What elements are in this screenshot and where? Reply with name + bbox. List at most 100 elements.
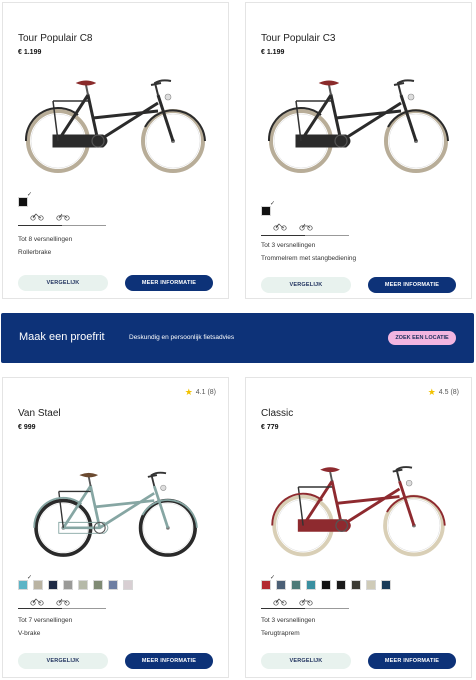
lady-frame-icon[interactable]: [30, 211, 44, 221]
front-fender: [141, 499, 198, 528]
seat-post: [87, 476, 92, 487]
color-swatch[interactable]: [108, 580, 118, 590]
color-swatch[interactable]: [351, 580, 361, 590]
saddle: [318, 80, 340, 86]
spec-gears: Tot 3 versnellingen: [261, 242, 316, 249]
more-info-button[interactable]: MEER INFORMATIE: [368, 653, 456, 669]
bike-image[interactable]: [246, 73, 473, 183]
color-swatch[interactable]: [93, 580, 103, 590]
product-title[interactable]: Classic: [261, 408, 293, 419]
frame-type-tabs: [18, 211, 106, 225]
headlamp: [407, 93, 415, 101]
product-title[interactable]: Van Stael: [18, 408, 61, 419]
product-title[interactable]: Tour Populair C3: [261, 33, 335, 44]
spec-brake: Trommelrem met stangbediening: [261, 255, 357, 262]
color-swatch[interactable]: [78, 580, 88, 590]
product-card-c3[interactable]: Tour Populair C3 € 1.199 Tot 3 versnelli…: [245, 2, 472, 299]
test-ride-banner: Maak een proefrit Deskundig en persoonli…: [1, 313, 474, 363]
color-swatches: [18, 574, 133, 590]
product-price: € 999: [18, 424, 36, 431]
color-swatch[interactable]: [48, 580, 58, 590]
chain-guard: [295, 134, 351, 148]
product-price: € 1.199: [18, 49, 42, 56]
find-location-button[interactable]: ZOEK EEN LOCATIE: [388, 331, 456, 345]
frame-tab-underline: [261, 607, 349, 609]
rating-value: 4.1 (8): [195, 389, 216, 396]
color-swatch[interactable]: [381, 580, 391, 590]
bike-image[interactable]: [3, 466, 230, 566]
handlebar: [393, 79, 415, 96]
color-swatch[interactable]: [261, 200, 275, 216]
handlebar: [150, 79, 172, 96]
color-swatches: [261, 574, 391, 590]
product-price: € 779: [261, 424, 279, 431]
star-icon: ★: [427, 387, 436, 397]
headlamp: [405, 479, 413, 487]
product-card-c8[interactable]: Tour Populair C8 € 1.199 Tot 8 versnelli…: [2, 2, 229, 299]
color-swatch[interactable]: [18, 191, 32, 207]
frame-tab-underline: [18, 607, 106, 609]
front-fender: [387, 109, 449, 142]
handlebar: [147, 471, 167, 487]
color-swatch[interactable]: [33, 580, 43, 590]
color-swatches: [18, 191, 32, 207]
spec-gears: Tot 8 versnellingen: [18, 236, 73, 243]
color-swatch[interactable]: [306, 580, 316, 590]
color-swatch[interactable]: [321, 580, 331, 590]
spec-gears: Tot 7 versnellingen: [18, 617, 73, 624]
handlebar: [392, 466, 413, 482]
product-price: € 1.199: [261, 49, 285, 56]
rating: ★ 4.1 (8): [185, 388, 216, 397]
banner-subtitle: Deskundig en persoonlijk fietsadvies: [129, 334, 235, 341]
rating-value: 4.5 (8): [438, 389, 459, 396]
lady-frame-icon[interactable]: [273, 596, 287, 606]
frame-type-tabs: [261, 221, 349, 235]
headlamp: [164, 93, 172, 101]
compare-button[interactable]: VERGELIJK: [261, 653, 351, 669]
compare-button[interactable]: VERGELIJK: [18, 653, 108, 669]
color-swatch[interactable]: [63, 580, 73, 590]
compare-button[interactable]: VERGELIJK: [261, 277, 351, 293]
gent-frame-icon[interactable]: [299, 596, 313, 606]
saddle: [75, 80, 97, 86]
color-swatch[interactable]: [276, 580, 286, 590]
color-swatch[interactable]: [291, 580, 301, 590]
color-swatch[interactable]: [123, 580, 133, 590]
star-icon: ★: [184, 387, 193, 397]
color-swatch[interactable]: [366, 580, 376, 590]
headlamp: [160, 484, 167, 491]
spec-brake: Terugtraprem: [261, 630, 300, 637]
bike-image[interactable]: [3, 73, 230, 183]
spec-gears: Tot 3 versnellingen: [261, 617, 316, 624]
gent-frame-icon[interactable]: [299, 221, 313, 231]
color-swatches: [261, 200, 275, 216]
more-info-button[interactable]: MEER INFORMATIE: [125, 653, 213, 669]
lady-frame-icon[interactable]: [273, 221, 287, 231]
spec-brake: V-brake: [18, 630, 41, 637]
gent-frame-icon[interactable]: [56, 596, 70, 606]
more-info-button[interactable]: MEER INFORMATIE: [125, 275, 213, 291]
front-fender: [144, 109, 206, 142]
saddle: [79, 472, 99, 478]
product-card-classic[interactable]: ★4.5 (8) Classic € 779 Tot 3 versnelling…: [245, 377, 472, 678]
gent-frame-icon[interactable]: [56, 211, 70, 221]
bike-image[interactable]: [246, 460, 473, 566]
spec-brake: Rollerbrake: [18, 249, 52, 256]
frame-tab-underline: [261, 234, 349, 236]
chain-guard: [52, 134, 108, 148]
color-swatch[interactable]: [18, 574, 32, 590]
saddle: [320, 467, 340, 473]
product-title[interactable]: Tour Populair C8: [18, 33, 92, 44]
lady-frame-icon[interactable]: [30, 596, 44, 606]
chain-guard: [297, 519, 351, 532]
product-card-van-stael[interactable]: ★4.1 (8) Van Stael € 999 Tot 7 versnelli…: [2, 377, 229, 678]
seat-post: [85, 84, 89, 96]
more-info-button[interactable]: MEER INFORMATIE: [368, 277, 456, 293]
compare-button[interactable]: VERGELIJK: [18, 275, 108, 291]
seat-post: [329, 471, 333, 482]
front-fender: [386, 495, 446, 526]
color-swatch[interactable]: [261, 574, 275, 590]
rating: ★ 4.5 (8): [428, 388, 459, 397]
color-swatch[interactable]: [336, 580, 346, 590]
frame-tab-underline: [18, 224, 106, 226]
